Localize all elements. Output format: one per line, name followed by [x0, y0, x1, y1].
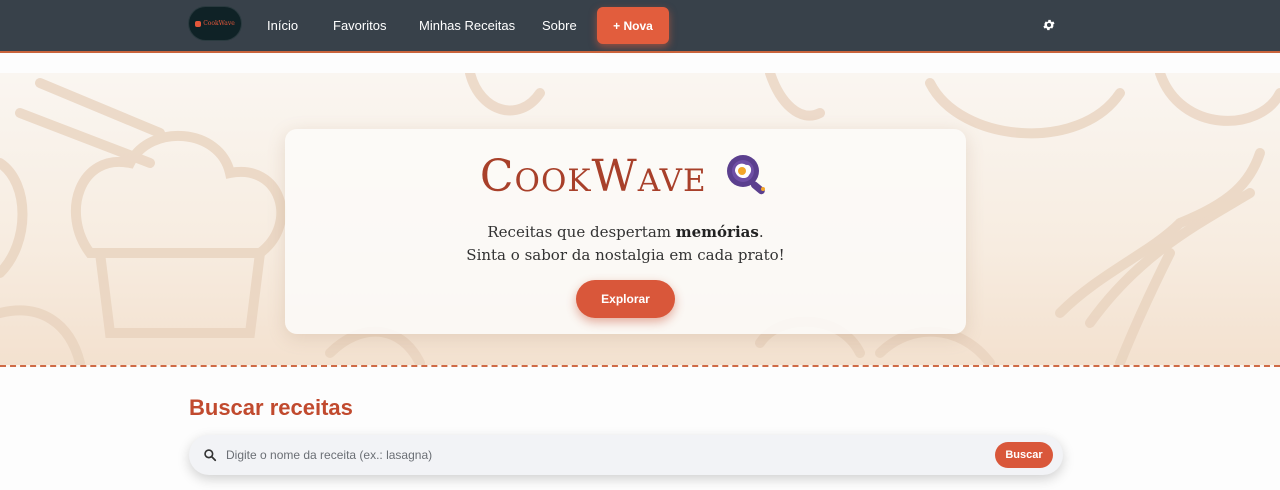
hero-tagline: Receitas que despertam memórias. Sinta o… — [285, 221, 966, 267]
nav-link-sobre[interactable]: Sobre — [542, 18, 577, 34]
search-section-title: Buscar receitas — [189, 395, 353, 420]
explore-button[interactable]: Explorar — [576, 280, 675, 318]
top-navbar: CookWave Início Favoritos Minhas Receita… — [0, 0, 1280, 53]
nav-link-minhas-receitas[interactable]: Minhas Receitas — [419, 18, 515, 34]
nav-link-inicio[interactable]: Início — [267, 18, 298, 34]
search-input[interactable] — [224, 443, 984, 467]
search-icon — [203, 448, 217, 467]
logo-pan-icon — [195, 20, 202, 27]
gear-icon[interactable] — [1042, 18, 1056, 32]
tagline-line-1: Receitas que despertam memórias. — [487, 223, 764, 241]
tagline-line-2: Sinta o sabor da nostalgia em cada prato… — [466, 246, 785, 264]
brand-name: CookWave — [479, 151, 707, 202]
brand-heading: CookWave — [285, 151, 966, 202]
logo-text: CookWave — [203, 20, 235, 27]
hero-banner: CookWave Receitas que despertam memórias… — [0, 73, 1280, 367]
search-bar: Buscar — [189, 435, 1063, 475]
nav-link-favoritos[interactable]: Favoritos — [333, 18, 386, 34]
search-button[interactable]: Buscar — [995, 442, 1053, 468]
tagline-bold-word: memórias — [675, 223, 759, 241]
new-recipe-button[interactable]: + Nova — [597, 7, 669, 44]
hero-card: CookWave Receitas que despertam memórias… — [285, 129, 966, 334]
logo[interactable]: CookWave — [189, 7, 241, 40]
frying-pan-egg-icon — [725, 153, 771, 200]
